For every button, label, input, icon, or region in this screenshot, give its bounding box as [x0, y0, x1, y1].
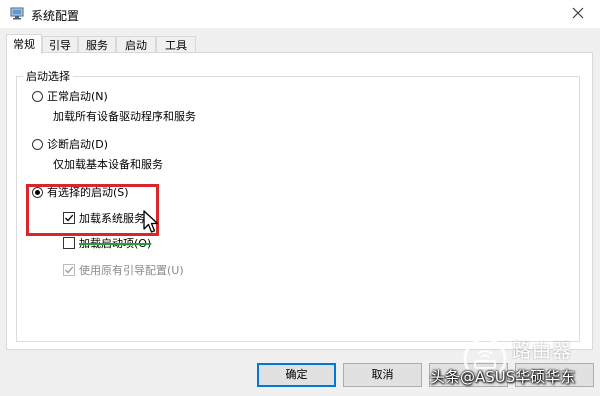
cancel-button[interactable]: 取消 [343, 363, 422, 387]
tab-label: 工具 [165, 39, 187, 52]
radio-normal-startup[interactable]: 正常启动(N) [32, 89, 108, 105]
radio-button[interactable] [32, 138, 43, 150]
diagnostic-startup-description: 仅加载基本设备和服务 [53, 158, 163, 171]
group-title: 启动选择 [23, 68, 73, 84]
tab-label: 常规 [13, 38, 35, 51]
checkbox-label: 使用原有引导配置(U) [79, 264, 184, 277]
tab-startup[interactable]: 启动 [116, 36, 156, 53]
tab-tools[interactable]: 工具 [156, 36, 196, 53]
tab-services[interactable]: 服务 [78, 36, 116, 53]
checkbox-checked-disabled [63, 264, 75, 276]
window-title: 系统配置 [31, 9, 80, 23]
checkbox-use-original-boot-config: 使用原有引导配置(U) [63, 263, 184, 279]
button-label: 取消 [371, 368, 394, 381]
radio-diagnostic-startup[interactable]: 诊断启动(D) [32, 137, 108, 153]
checkbox-label: 加载启动项(O) [79, 237, 152, 250]
tab-label: 引导 [49, 39, 71, 52]
ok-button[interactable]: 确定 [257, 363, 336, 387]
checkbox-load-startup-items[interactable]: 加载启动项(O) [63, 236, 151, 252]
close-icon [572, 7, 584, 19]
title-bar: 系统配置 [0, 0, 600, 28]
button-label: 确定 [285, 368, 308, 381]
close-button[interactable] [558, 0, 600, 28]
watermark-text: 头条@ASUS华硕华东 [430, 368, 576, 386]
tab-boot[interactable]: 引导 [42, 36, 78, 53]
radio-label: 正常启动(N) [47, 90, 108, 103]
checkmark-icon [65, 266, 74, 274]
checkbox-unchecked[interactable] [63, 237, 75, 249]
normal-startup-description: 加载所有设备驱动程序和服务 [53, 110, 196, 123]
tab-general[interactable]: 常规 [6, 34, 42, 54]
red-highlight-annotation [26, 184, 159, 236]
tab-label: 服务 [86, 39, 108, 52]
watermark-logo-text: 路由器 [512, 340, 573, 362]
radio-label: 诊断启动(D) [47, 138, 109, 151]
tab-label: 启动 [125, 39, 147, 52]
system-config-app-icon [10, 7, 24, 20]
mouse-pointer-icon [143, 210, 159, 237]
radio-button[interactable] [32, 90, 43, 102]
